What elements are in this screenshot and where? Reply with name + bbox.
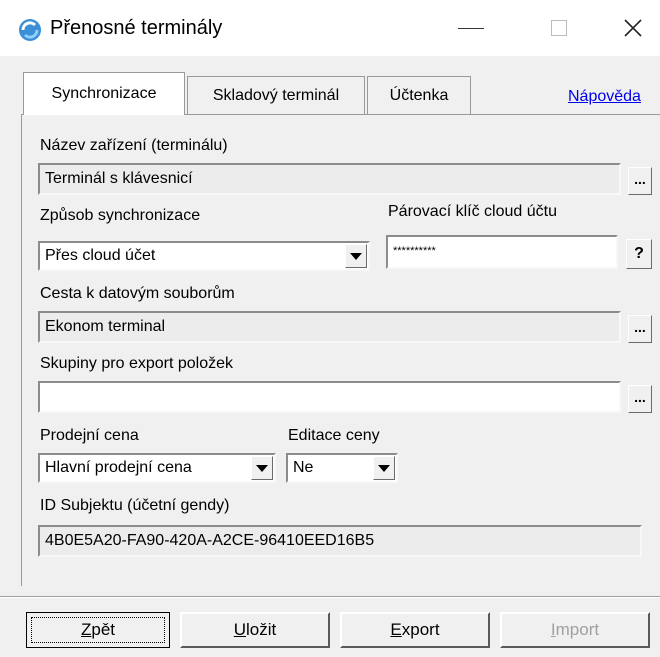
chevron-down-icon[interactable] bbox=[373, 456, 395, 480]
minimize-button[interactable] bbox=[448, 10, 494, 46]
subject-id-field: 4B0E5A20-FA90-420A-A2CE-96410EED16B5 bbox=[38, 525, 642, 557]
device-name-browse-button[interactable]: ... bbox=[628, 167, 652, 195]
chevron-down-icon[interactable] bbox=[345, 244, 367, 268]
sale-price-label: Prodejní cena bbox=[40, 427, 139, 444]
tab-panel-synchronizace: Název zařízení (terminálu) Terminál s kl… bbox=[21, 114, 660, 586]
pairing-key-help-button[interactable]: ? bbox=[626, 239, 652, 269]
tab-uctenka[interactable]: Účtenka bbox=[367, 76, 471, 114]
sync-method-label: Způsob synchronizace bbox=[40, 207, 201, 224]
price-edit-select[interactable]: Ne bbox=[286, 453, 398, 483]
tab-label: Skladový terminál bbox=[212, 86, 340, 104]
minimize-icon bbox=[458, 27, 484, 29]
help-link[interactable]: Nápověda bbox=[568, 88, 641, 106]
close-icon bbox=[624, 19, 642, 37]
pairing-key-label: Párovací klíč cloud účtu bbox=[388, 203, 557, 220]
subject-id-label: ID Subjektu (účetní gendy) bbox=[40, 497, 230, 514]
export-groups-browse-button[interactable]: ... bbox=[628, 385, 652, 413]
terminal-app-icon bbox=[19, 19, 41, 41]
device-name-label: Název zařízení (terminálu) bbox=[40, 137, 228, 154]
export-groups-label: Skupiny pro export položek bbox=[40, 355, 233, 372]
dialog-client-area: Synchronizace Skladový terminál Účtenka … bbox=[0, 56, 660, 657]
sync-method-value: Přes cloud účet bbox=[45, 247, 156, 264]
title-bar: Přenosné terminály bbox=[0, 0, 660, 56]
save-button[interactable]: Uložit bbox=[180, 612, 330, 648]
maximize-icon bbox=[551, 20, 567, 36]
data-path-browse-button[interactable]: ... bbox=[628, 315, 652, 343]
import-button[interactable]: Import bbox=[500, 612, 650, 648]
device-name-field[interactable]: Terminál s klávesnicí bbox=[38, 163, 621, 195]
back-button[interactable]: Zpět bbox=[26, 612, 170, 648]
footer-separator bbox=[0, 596, 660, 598]
price-edit-value: Ne bbox=[293, 459, 314, 476]
data-path-label: Cesta k datovým souborům bbox=[40, 285, 235, 302]
sale-price-select[interactable]: Hlavní prodejní cena bbox=[38, 453, 276, 483]
close-button[interactable] bbox=[610, 10, 656, 46]
sync-method-select[interactable]: Přes cloud účet bbox=[38, 241, 370, 271]
export-groups-field[interactable] bbox=[38, 381, 621, 413]
pairing-key-field[interactable]: ********** bbox=[386, 235, 618, 269]
sale-price-value: Hlavní prodejní cena bbox=[45, 459, 192, 476]
tab-skladovy-terminal[interactable]: Skladový terminál bbox=[187, 76, 365, 114]
chevron-down-icon[interactable] bbox=[251, 456, 273, 480]
tab-label: Účtenka bbox=[389, 86, 449, 104]
maximize-button[interactable] bbox=[536, 10, 582, 46]
data-path-field[interactable]: Ekonom terminal bbox=[38, 311, 621, 343]
price-edit-label: Editace ceny bbox=[288, 427, 380, 444]
export-button[interactable]: Export bbox=[340, 612, 490, 648]
tab-label: Synchronizace bbox=[51, 85, 157, 102]
tab-synchronizace[interactable]: Synchronizace bbox=[23, 72, 185, 115]
window-title: Přenosné terminály bbox=[50, 17, 223, 39]
